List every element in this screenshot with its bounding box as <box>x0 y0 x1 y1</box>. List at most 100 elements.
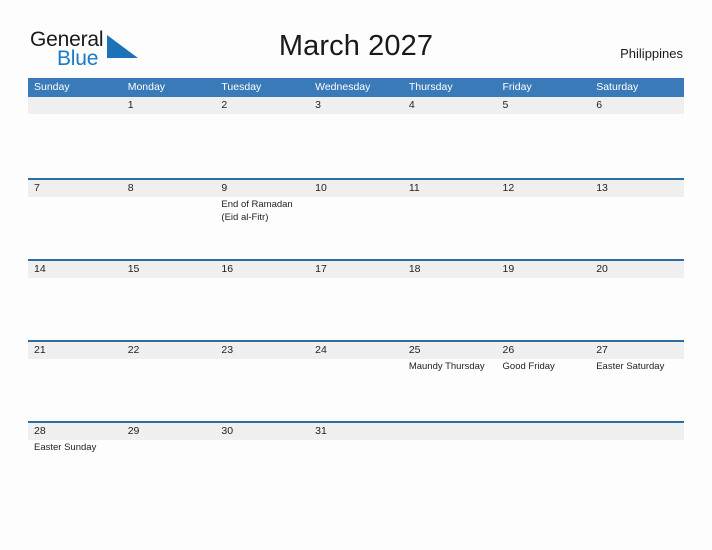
day-cell-12[interactable]: 12 <box>497 180 591 259</box>
calendar-grid: Sunday Monday Tuesday Wednesday Thursday… <box>28 78 684 502</box>
day-number <box>409 423 492 440</box>
day-cell-16[interactable]: 16 <box>215 261 309 340</box>
day-events: Maundy Thursday <box>409 361 492 374</box>
day-cell-17[interactable]: 17 <box>309 261 403 340</box>
day-cell-3[interactable]: 3 <box>309 97 403 178</box>
day-number: 1 <box>127 99 134 111</box>
day-cell-14[interactable]: 14 <box>28 261 122 340</box>
day-cell-28[interactable]: 28 Easter Sunday <box>28 423 122 502</box>
event-label: Easter Saturday <box>596 361 665 372</box>
day-cell-27[interactable]: 27 Easter Saturday <box>590 342 684 421</box>
week-cells: 28 Easter Sunday 29 30 31 <box>28 423 684 502</box>
weekday-header-sunday: Sunday <box>34 81 70 93</box>
weekday-header-wednesday: Wednesday <box>315 81 371 93</box>
day-number: 12 <box>502 182 515 194</box>
day-number: 17 <box>315 263 327 275</box>
day-number: 16 <box>221 263 234 275</box>
week-cells: 7 8 9 End of Ramadan (Eid al-Fitr) 10 11 12 13 <box>28 180 684 259</box>
weekday-header-thursday: Thursday <box>408 81 453 93</box>
day-cell-15[interactable]: 15 <box>122 261 216 340</box>
day-cell-empty <box>497 423 591 502</box>
day-cell-25[interactable]: 25 Maundy Thursday <box>403 342 497 421</box>
weekday-header-saturday: Saturday <box>596 81 639 93</box>
day-number: 11 <box>408 182 420 194</box>
calendar-week-row: 21 22 23 24 25 Maundy Thursday 26 Good Friday 27… <box>28 340 684 421</box>
day-number: 27 <box>596 344 608 356</box>
day-number <box>596 423 679 440</box>
event-label: Maundy Thursday <box>408 361 485 372</box>
page-header: General Blue March 2027 Philippines <box>0 0 712 76</box>
day-number: 25 <box>408 344 421 356</box>
day-number: 21 <box>34 344 46 356</box>
country-label: Philippines <box>620 46 683 61</box>
day-number: 31 <box>315 425 327 437</box>
day-number: 19 <box>502 263 515 275</box>
day-number: 15 <box>127 263 140 275</box>
day-cell-7[interactable]: 7 <box>28 180 122 259</box>
day-cell-30[interactable]: 30 <box>215 423 309 502</box>
day-cell-10[interactable]: 10 <box>309 180 403 259</box>
day-number: 24 <box>315 344 327 356</box>
week-cells: 21 22 23 24 25 Maundy Thursday 26 Good Friday 27… <box>28 342 684 421</box>
day-number: 28 <box>34 425 46 437</box>
calendar-weeks: 1 2 3 4 5 6 7 8 9 End of Ramadan (Eid al-Fitr) 10 11… <box>28 97 684 502</box>
day-number: 7 <box>34 182 40 194</box>
day-cell-5[interactable]: 5 <box>497 97 591 178</box>
day-cell-empty <box>28 97 122 178</box>
calendar-week-row: 28 Easter Sunday 29 30 31 <box>28 421 684 502</box>
calendar-week-row: 7 8 9 End of Ramadan (Eid al-Fitr) 10 11 12 13 <box>28 178 684 259</box>
day-number: 13 <box>596 182 608 194</box>
day-cell-20[interactable]: 20 <box>590 261 684 340</box>
day-number: 6 <box>596 99 603 111</box>
week-cells: 1 2 3 4 5 6 <box>28 97 684 178</box>
day-number: 20 <box>596 263 608 275</box>
day-cell-24[interactable]: 24 <box>309 342 403 421</box>
day-cell-1[interactable]: 1 <box>122 97 216 178</box>
day-cell-31[interactable]: 31 <box>309 423 403 502</box>
day-number: 23 <box>221 344 234 356</box>
day-cell-9[interactable]: 9 End of Ramadan (Eid al-Fitr) <box>215 180 309 259</box>
weekday-header-friday: Friday <box>502 81 532 93</box>
event-label: Easter Sunday <box>34 442 97 453</box>
event-label: End of Ramadan <box>221 199 293 210</box>
day-cell-2[interactable]: 2 <box>215 97 309 178</box>
day-events: End of Ramadan (Eid al-Fitr) <box>221 199 304 224</box>
day-cell-11[interactable]: 11 <box>403 180 497 259</box>
day-number: 3 <box>315 99 321 111</box>
day-events: Easter Saturday <box>596 361 679 374</box>
day-cell-empty <box>403 423 497 502</box>
day-cell-23[interactable]: 23 <box>215 342 309 421</box>
day-number: 4 <box>408 99 415 111</box>
event-label: (Eid al-Fitr) <box>221 211 269 223</box>
day-cell-19[interactable]: 19 <box>497 261 591 340</box>
day-cell-29[interactable]: 29 <box>122 423 216 502</box>
day-cell-22[interactable]: 22 <box>122 342 216 421</box>
day-number: 26 <box>502 344 515 356</box>
day-number: 10 <box>315 182 327 194</box>
day-number: 2 <box>221 99 228 111</box>
day-cell-13[interactable]: 13 <box>590 180 684 259</box>
day-number: 5 <box>502 99 509 111</box>
weekday-header-row: Sunday Monday Tuesday Wednesday Thursday… <box>28 78 684 97</box>
day-events: Easter Sunday <box>34 442 117 455</box>
day-cell-4[interactable]: 4 <box>403 97 497 178</box>
day-cell-21[interactable]: 21 <box>28 342 122 421</box>
day-number: 22 <box>127 344 140 356</box>
calendar-week-row: 14 15 16 17 18 19 20 <box>28 259 684 340</box>
day-cell-18[interactable]: 18 <box>403 261 497 340</box>
day-cell-6[interactable]: 6 <box>590 97 684 178</box>
day-number: 30 <box>221 425 234 437</box>
day-number: 8 <box>127 182 134 194</box>
day-number: 14 <box>34 263 46 275</box>
day-events: Good Friday <box>503 361 586 374</box>
day-number: 18 <box>408 263 421 275</box>
weekday-header-monday: Monday <box>127 81 166 93</box>
day-number: 9 <box>221 182 228 194</box>
day-number: 29 <box>127 425 140 437</box>
event-label: Good Friday <box>502 361 555 372</box>
week-cells: 14 15 16 17 18 19 20 <box>28 261 684 340</box>
day-cell-26[interactable]: 26 Good Friday <box>497 342 591 421</box>
weekday-header-tuesday: Tuesday <box>221 81 262 93</box>
day-number <box>34 97 117 114</box>
day-cell-8[interactable]: 8 <box>122 180 216 259</box>
